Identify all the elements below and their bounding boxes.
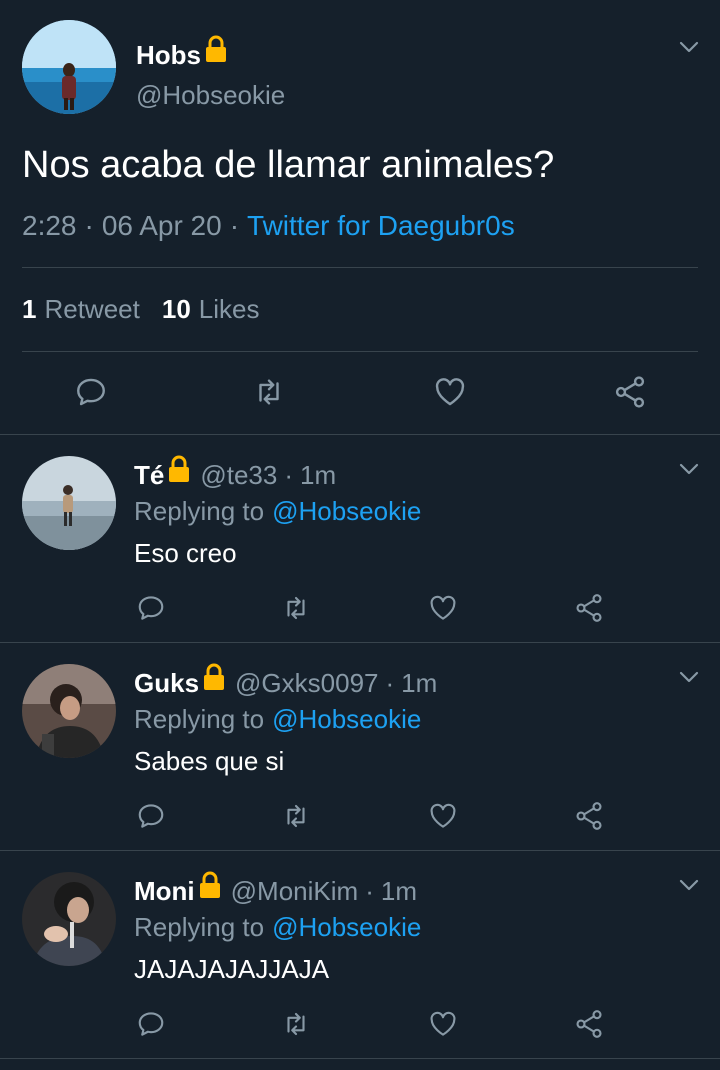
separator: · [284, 460, 294, 490]
author-handle[interactable]: @MoniKim [231, 876, 359, 907]
avatar[interactable] [22, 872, 116, 966]
avatar[interactable] [22, 664, 116, 758]
replying-label: Replying to [134, 704, 265, 734]
likes-count[interactable]: 10 [162, 294, 191, 325]
reply-time: 1m [401, 668, 438, 698]
retweet-icon[interactable] [280, 801, 312, 831]
replying-label: Replying to [134, 912, 265, 942]
likes-label[interactable]: Likes [199, 294, 260, 325]
heart-icon[interactable] [427, 801, 459, 831]
divider [0, 850, 720, 851]
share-icon[interactable] [573, 800, 605, 832]
replying-label: Replying to [134, 496, 265, 526]
retweet-icon[interactable] [280, 1009, 312, 1039]
share-icon[interactable] [612, 374, 648, 410]
heart-icon[interactable] [427, 593, 459, 623]
divider [0, 434, 720, 435]
reply-icon[interactable] [136, 1009, 166, 1039]
reply-text: Eso creo [134, 538, 237, 568]
separator: · [385, 668, 395, 698]
lock-icon [201, 662, 227, 697]
divider [0, 1058, 720, 1059]
avatar[interactable] [22, 456, 116, 550]
separator: · [84, 210, 94, 241]
tweet-time: 2:28 [22, 210, 77, 241]
reply-time: 1m [300, 460, 337, 490]
tweet-date: 06 Apr 20 [101, 210, 222, 241]
divider [22, 351, 698, 352]
reply-icon[interactable] [74, 375, 108, 409]
lock-icon [203, 34, 229, 69]
replying-to-link[interactable]: @Hobseokie [272, 496, 421, 527]
retweet-icon[interactable] [280, 593, 312, 623]
separator: · [229, 210, 240, 241]
author-name[interactable]: Guks [134, 668, 199, 699]
heart-icon[interactable] [427, 1009, 459, 1039]
author-name[interactable]: Moni [134, 876, 195, 907]
chevron-down-icon[interactable] [678, 36, 700, 58]
author-name[interactable]: Hobs [136, 40, 201, 71]
author-name[interactable]: Té [134, 460, 164, 491]
reply-text: JAJAJAJAJJAJA [134, 954, 330, 984]
reply-icon[interactable] [136, 801, 166, 831]
chevron-down-icon[interactable] [678, 666, 700, 688]
heart-icon[interactable] [432, 375, 468, 409]
avatar[interactable] [22, 20, 116, 114]
reply-time: 1m [380, 876, 417, 906]
share-icon[interactable] [573, 1008, 605, 1040]
tweet-client-link[interactable]: Twitter for Daegubr0s [247, 210, 515, 242]
lock-icon [197, 870, 223, 905]
share-icon[interactable] [573, 592, 605, 624]
reply-icon[interactable] [136, 593, 166, 623]
chevron-down-icon[interactable] [678, 874, 700, 896]
retweet-icon[interactable] [251, 375, 287, 409]
replying-to-link[interactable]: @Hobseokie [272, 912, 421, 943]
author-handle[interactable]: @te33 [200, 460, 277, 491]
replying-to-link[interactable]: @Hobseokie [272, 704, 421, 735]
reply-text: Sabes que si [134, 746, 285, 776]
divider [22, 267, 698, 268]
tweet-text: Nos acaba de llamar animales? [22, 144, 555, 186]
divider [0, 642, 720, 643]
author-handle[interactable]: @Hobseokie [136, 80, 285, 111]
retweet-label[interactable]: Retweet [44, 294, 139, 325]
chevron-down-icon[interactable] [678, 458, 700, 480]
separator: · [365, 876, 374, 906]
lock-icon [166, 454, 192, 489]
retweet-count[interactable]: 1 [22, 294, 36, 325]
author-handle[interactable]: @Gxks0097 [235, 668, 378, 699]
